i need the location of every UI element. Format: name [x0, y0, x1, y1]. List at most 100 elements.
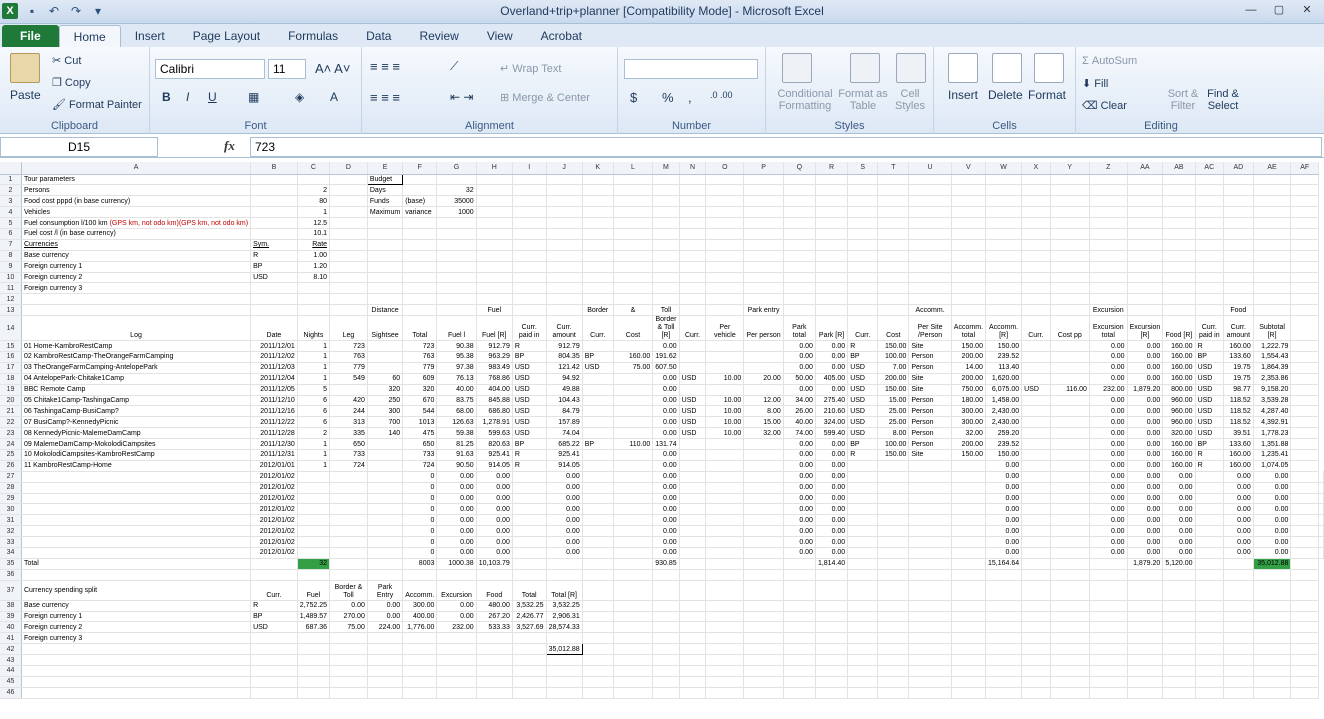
group-header[interactable]: Border	[582, 304, 614, 317]
log-cell[interactable]: 0.00	[815, 384, 849, 396]
total-excursion[interactable]: 1,879.20	[1127, 557, 1164, 570]
cell[interactable]	[815, 174, 849, 186]
cell[interactable]	[1253, 600, 1292, 612]
split-title[interactable]: Currency spending split	[21, 579, 252, 601]
cell[interactable]	[908, 282, 952, 295]
cell[interactable]	[1089, 687, 1128, 699]
log-cell[interactable]: 160.00	[1162, 351, 1196, 363]
cell[interactable]	[546, 184, 583, 197]
cell[interactable]: 0.00	[815, 503, 849, 516]
log-cell[interactable]: BP	[512, 351, 547, 363]
cell[interactable]	[877, 282, 910, 295]
cell[interactable]	[582, 611, 614, 623]
cell[interactable]	[743, 611, 784, 623]
log-cell[interactable]: USD	[1021, 384, 1051, 396]
cell[interactable]	[436, 569, 477, 581]
cell[interactable]	[582, 174, 614, 186]
cell[interactable]	[1290, 471, 1319, 483]
split-header[interactable]: Total [R]	[546, 579, 583, 601]
split-header[interactable]: Curr.	[250, 579, 298, 601]
log-cell[interactable]: 90.38	[436, 340, 477, 352]
row-header[interactable]: 29	[0, 493, 22, 505]
cell[interactable]	[329, 471, 368, 483]
cell[interactable]	[877, 503, 910, 516]
cell[interactable]	[546, 676, 583, 688]
cell[interactable]	[613, 250, 654, 262]
log-cell[interactable]: 160.00	[1162, 373, 1196, 385]
cell[interactable]	[679, 600, 707, 612]
cell[interactable]	[1021, 621, 1051, 634]
cell[interactable]	[1290, 525, 1319, 538]
cell[interactable]	[1318, 547, 1324, 559]
log-cell[interactable]: 2,430.00	[985, 416, 1023, 429]
log-cell[interactable]: 1,351.88	[1253, 438, 1292, 450]
log-cell[interactable]: 0.00	[652, 416, 680, 429]
cell[interactable]	[329, 547, 368, 559]
cell[interactable]	[582, 195, 614, 208]
split-cell[interactable]	[436, 632, 477, 645]
cell[interactable]	[512, 654, 547, 667]
column-label[interactable]: Accomm. [R]	[985, 315, 1023, 342]
cell[interactable]: 0.00	[476, 482, 513, 494]
cell[interactable]	[329, 272, 368, 284]
cell[interactable]	[367, 228, 404, 240]
log-cell[interactable]: 160.00	[1223, 340, 1254, 352]
cell[interactable]	[743, 503, 784, 516]
cell[interactable]	[402, 174, 438, 186]
column-header[interactable]: P	[743, 162, 784, 175]
cell[interactable]	[512, 525, 547, 538]
column-label[interactable]: Cost	[877, 315, 910, 342]
cell[interactable]	[1195, 195, 1224, 208]
row-header[interactable]: 7	[0, 239, 22, 251]
cell[interactable]	[705, 282, 745, 295]
log-cell[interactable]: USD	[847, 384, 879, 396]
column-header[interactable]: J	[546, 162, 583, 175]
cell[interactable]	[908, 471, 952, 483]
log-cell[interactable]: 2	[297, 427, 331, 440]
log-cell[interactable]: USD	[1195, 405, 1224, 418]
cell[interactable]	[877, 184, 910, 197]
log-cell[interactable]: USD	[1195, 384, 1224, 396]
cell[interactable]	[951, 250, 986, 262]
cell[interactable]	[1253, 228, 1292, 240]
log-cell[interactable]: Person	[908, 351, 952, 363]
row-header[interactable]: 44	[0, 665, 22, 677]
cell[interactable]	[1089, 206, 1128, 219]
cell[interactable]	[436, 654, 477, 667]
split-cell[interactable]: 28,574.33	[546, 621, 583, 634]
log-cell[interactable]: 126.63	[436, 416, 477, 429]
cell[interactable]	[652, 206, 680, 219]
cell[interactable]	[512, 206, 547, 219]
cell[interactable]: 0.00	[1223, 514, 1254, 527]
cell[interactable]	[908, 676, 952, 688]
cell[interactable]	[367, 569, 404, 581]
cell[interactable]	[1162, 676, 1196, 688]
cell[interactable]	[367, 272, 404, 284]
log-cell[interactable]: 0.00	[783, 438, 816, 450]
cell[interactable]	[679, 174, 707, 186]
cell[interactable]	[367, 687, 404, 699]
cell[interactable]	[546, 250, 583, 262]
cell[interactable]	[783, 282, 816, 295]
log-cell[interactable]: 180.00	[951, 395, 986, 407]
split-cell[interactable]: 2,752.25	[297, 600, 331, 612]
cell[interactable]: 0.00	[652, 525, 680, 538]
column-label[interactable]: Food [R]	[1162, 315, 1196, 342]
cell[interactable]	[1162, 228, 1196, 240]
cell[interactable]	[250, 557, 298, 570]
cell[interactable]	[1050, 217, 1090, 229]
log-cell[interactable]: 0.00	[1127, 373, 1164, 385]
cell[interactable]	[613, 493, 654, 505]
bold-icon[interactable]: B	[162, 90, 171, 104]
log-cell[interactable]: Person	[908, 405, 952, 418]
cell[interactable]	[877, 558, 910, 570]
column-label[interactable]: Cost pp	[1050, 315, 1090, 342]
log-cell[interactable]: 0.00	[1127, 340, 1164, 352]
log-cell[interactable]: 914.05	[546, 460, 583, 472]
log-cell[interactable]: 2011/12/10	[250, 395, 298, 407]
cell[interactable]	[951, 621, 986, 634]
log-cell[interactable]	[582, 395, 614, 407]
cell[interactable]	[297, 676, 331, 688]
column-label[interactable]: Curr. amount	[1223, 315, 1254, 342]
cell[interactable]	[546, 304, 583, 317]
